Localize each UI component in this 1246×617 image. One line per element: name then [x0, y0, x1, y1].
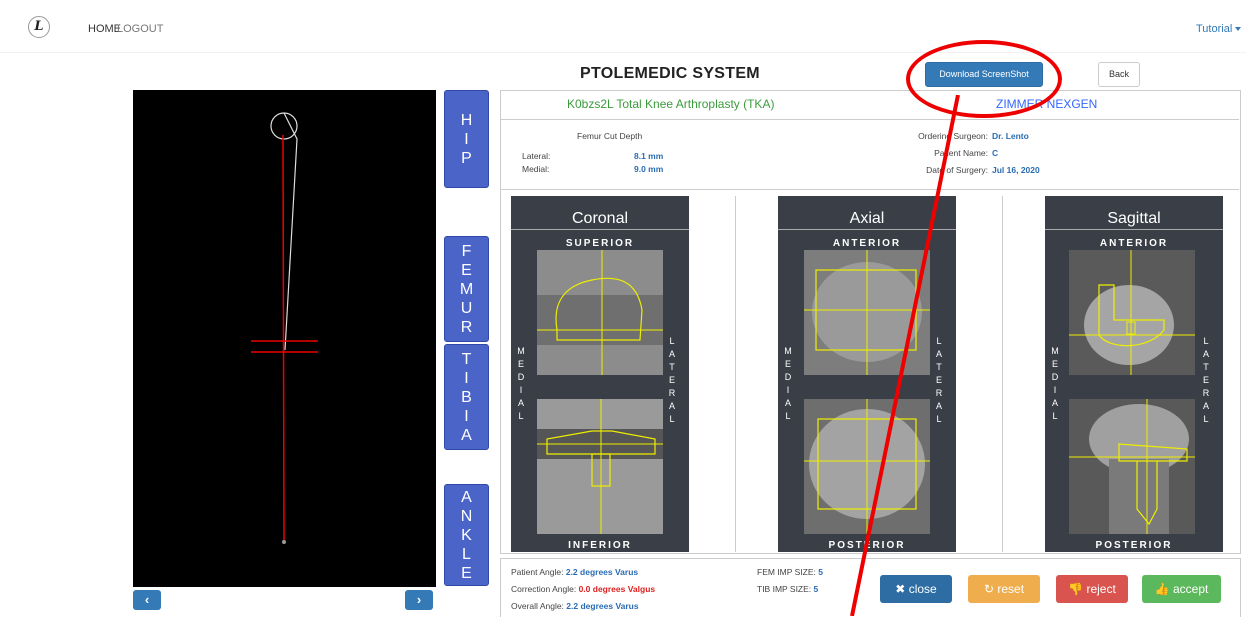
logo-icon[interactable]: L	[28, 16, 50, 38]
coronal-bottom-label: INFERIOR	[568, 540, 632, 551]
sagittal-medial-label: MEDIAL	[1051, 346, 1059, 421]
patient-angle: Patient Angle: 2.2 degrees Varus	[511, 567, 638, 577]
tib-imp-value: 5	[813, 584, 819, 594]
tibia-letter: B	[461, 388, 472, 406]
top-navbar	[0, 0, 1246, 53]
ankle-letter: K	[461, 526, 472, 544]
tibia-segment-button[interactable]: T I B I A	[444, 344, 489, 450]
procedure-title: K0bzs2L Total Knee Arthroplasty (TKA)	[567, 97, 775, 111]
sagittal-lower-scan[interactable]	[1069, 399, 1195, 534]
reject-label: reject	[1086, 582, 1116, 596]
sagittal-upper-scan[interactable]	[1069, 250, 1195, 375]
tibia-letter: A	[461, 426, 472, 444]
lateral-label: Lateral:	[522, 151, 551, 161]
annotation-arrow	[850, 95, 960, 616]
thumbs-down-icon: 👎	[1068, 582, 1084, 596]
tibia-letter: I	[464, 407, 469, 425]
prev-arrow-button[interactable]: ‹	[133, 590, 161, 610]
correction-angle-label: Correction Angle:	[511, 584, 577, 594]
coronal-medial-label: MEDIAL	[517, 346, 525, 421]
tutorial-dropdown[interactable]: Tutorial	[1196, 23, 1242, 35]
ankle-letter: L	[462, 545, 471, 563]
correction-angle: Correction Angle: 0.0 degrees Valgus	[511, 584, 655, 594]
nav-logout-link[interactable]: LOGOUT	[117, 23, 163, 35]
accept-button[interactable]: 👍 accept	[1142, 575, 1221, 603]
reset-icon: ↻	[983, 582, 995, 596]
surgeon-value: Dr. Lento	[992, 131, 1029, 141]
patient-angle-value: 2.2 degrees Varus	[565, 567, 639, 577]
sagittal-title: Sagittal	[1107, 210, 1161, 227]
divider	[1045, 229, 1223, 230]
correction-angle-value: 0.0 degrees Valgus	[578, 584, 656, 594]
femur-letter: M	[459, 280, 474, 298]
hip-letter: P	[461, 149, 472, 167]
femur-cut-title: Femur Cut Depth	[577, 131, 643, 141]
sagittal-lateral-label: LATERAL	[1202, 336, 1210, 424]
coronal-lower-scan[interactable]	[537, 399, 663, 534]
reject-button[interactable]: 👎 reject	[1056, 575, 1128, 603]
femur-letter: E	[461, 261, 472, 279]
hip-letter: H	[460, 111, 473, 129]
patient-angle-label: Patient Angle:	[511, 567, 564, 577]
lateral-value: 8.1 mm	[634, 151, 664, 161]
page-title: PTOLEMEDIC SYSTEM	[580, 65, 760, 82]
reset-label: reset	[997, 582, 1025, 596]
femur-letter: F	[461, 242, 472, 260]
coronal-lateral-label: LATERAL	[668, 336, 676, 424]
patient-value: C	[992, 148, 999, 158]
tutorial-label: Tutorial	[1196, 23, 1233, 35]
medial-value: 9.0 mm	[634, 164, 664, 174]
divider	[735, 196, 736, 552]
tibia-letter: I	[464, 369, 469, 387]
overall-angle-label: Overall Angle:	[511, 601, 564, 611]
coronal-upper-scan[interactable]	[537, 250, 663, 375]
axial-medial-label: MEDIAL	[784, 346, 792, 421]
tib-imp-label: TIB IMP SIZE:	[757, 584, 812, 594]
leg-alignment-view[interactable]	[133, 90, 436, 587]
back-button[interactable]: Back	[1098, 62, 1140, 87]
next-arrow-button[interactable]: ›	[405, 590, 433, 610]
ankle-letter: N	[460, 507, 473, 525]
divider	[1002, 196, 1003, 552]
ankle-letter: A	[461, 488, 472, 506]
overall-angle-value: 2.2 degrees Varus	[566, 601, 639, 611]
accept-label: accept	[1172, 582, 1209, 596]
fem-imp-label: FEM IMP SIZE:	[757, 567, 816, 577]
date-value: Jul 16, 2020	[992, 165, 1040, 175]
coronal-title: Coronal	[571, 210, 629, 227]
ankle-segment-button[interactable]: A N K L E	[444, 484, 489, 586]
tib-imp-size: TIB IMP SIZE: 5	[757, 584, 818, 594]
tibia-letter: T	[461, 350, 472, 368]
divider	[511, 229, 689, 230]
femur-segment-button[interactable]: F E M U R	[444, 236, 489, 342]
thumbs-up-icon: 👍	[1154, 582, 1170, 596]
sagittal-bottom-label: POSTERIOR	[1095, 540, 1173, 551]
overall-angle: Overall Angle: 2.2 degrees Varus	[511, 601, 639, 611]
medial-label: Medial:	[522, 164, 550, 174]
hip-segment-button[interactable]: H I P	[444, 90, 489, 188]
ankle-letter: E	[461, 564, 472, 582]
caret-down-icon	[1235, 27, 1242, 32]
leg-alignment-drawing	[251, 112, 318, 544]
coronal-top-label: SUPERIOR	[565, 238, 635, 249]
femur-letter: U	[460, 299, 473, 317]
femur-letter: R	[460, 318, 473, 336]
fem-imp-size: FEM IMP SIZE: 5	[757, 567, 823, 577]
sagittal-top-label: ANTERIOR	[1099, 238, 1169, 249]
hip-letter: I	[464, 130, 469, 148]
